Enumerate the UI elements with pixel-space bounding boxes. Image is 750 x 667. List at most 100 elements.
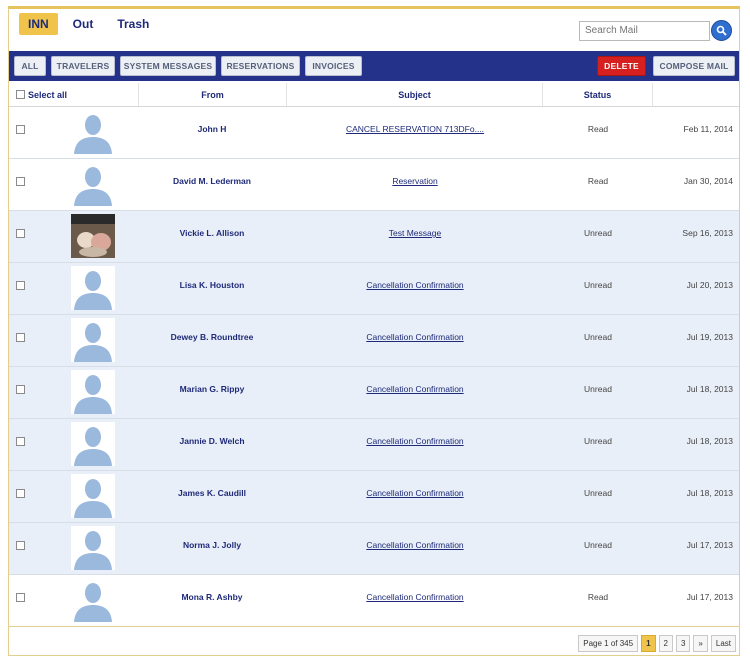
- default-avatar-icon: [71, 526, 115, 570]
- row-checkbox[interactable]: [16, 593, 25, 602]
- row-checkbox[interactable]: [16, 333, 25, 342]
- filter-invoices-button[interactable]: INVOICES: [305, 56, 362, 76]
- next-page-link[interactable]: »: [693, 635, 708, 652]
- tab-trash[interactable]: Trash: [108, 13, 158, 35]
- photo-avatar-icon: [71, 214, 115, 258]
- sender-avatar: [71, 318, 115, 362]
- default-avatar-icon: [71, 578, 115, 622]
- tab-inn[interactable]: INN: [19, 13, 58, 35]
- filter-reservations-button[interactable]: RESERVATIONS: [221, 56, 300, 76]
- tab-out[interactable]: Out: [64, 13, 103, 35]
- read-status: Unread: [584, 280, 612, 290]
- sender-avatar: [71, 214, 115, 258]
- message-date: Jul 18, 2013: [686, 384, 733, 394]
- page-summary: Page 1 of 345: [578, 635, 639, 652]
- message-row[interactable]: Norma J. Jolly Cancellation Confirmation U…: [9, 523, 739, 575]
- subject-link[interactable]: Cancellation Confirmation: [287, 488, 543, 498]
- message-row[interactable]: James K. Caudill Cancellation Confirmatio…: [9, 471, 739, 523]
- subject-link[interactable]: Cancellation Confirmation: [287, 436, 543, 446]
- table-header: Select all From Subject Status: [9, 83, 739, 107]
- read-status: Unread: [584, 540, 612, 550]
- pagination: Page 1 of 345 1 2 3 » Last: [578, 635, 736, 652]
- subject-link[interactable]: Cancellation Confirmation: [287, 280, 543, 290]
- mail-panel: INN Out Trash ALL TRAVELERS SYSTEM MESSA…: [8, 6, 740, 656]
- subject-link[interactable]: Test Message: [287, 228, 543, 238]
- sender-avatar: [71, 422, 115, 466]
- sender-avatar: [71, 110, 115, 154]
- row-checkbox[interactable]: [16, 489, 25, 498]
- message-date: Jul 18, 2013: [686, 436, 733, 446]
- column-header-subject[interactable]: Subject: [287, 83, 543, 106]
- page-3-link[interactable]: 3: [675, 635, 691, 652]
- message-row[interactable]: Vickie L. Allison Test Message Unread Sep 1…: [9, 211, 739, 263]
- subject-link[interactable]: Cancellation Confirmation: [287, 592, 543, 602]
- column-header-status[interactable]: Status: [543, 83, 653, 106]
- default-avatar-icon: [71, 474, 115, 518]
- message-date: Sep 16, 2013: [682, 228, 733, 238]
- sender-name: Jannie D. Welch: [179, 436, 245, 446]
- message-date: Jul 18, 2013: [686, 488, 733, 498]
- column-header-from[interactable]: From: [139, 83, 287, 106]
- column-header-date: [653, 83, 739, 106]
- sender-avatar: [71, 266, 115, 310]
- sender-name: John H: [197, 124, 227, 134]
- message-row[interactable]: John H CANCEL RESERVATION 713DFo.... Read F…: [9, 107, 739, 159]
- message-date: Jul 19, 2013: [686, 332, 733, 342]
- filter-toolbar: ALL TRAVELERS SYSTEM MESSAGES RESERVATIO…: [9, 51, 739, 81]
- row-checkbox[interactable]: [16, 541, 25, 550]
- sender-name: Vickie L. Allison: [179, 228, 245, 238]
- page-2-link[interactable]: 2: [658, 635, 673, 652]
- read-status: Read: [587, 176, 609, 186]
- sender-name: Marian G. Rippy: [179, 384, 245, 394]
- message-row[interactable]: David M. Lederman Reservation Read Jan 30, …: [9, 159, 739, 211]
- default-avatar-icon: [71, 422, 115, 466]
- subject-link[interactable]: Cancellation Confirmation: [287, 540, 543, 550]
- sender-name: James K. Caudill: [177, 488, 247, 498]
- message-row[interactable]: Jannie D. Welch Cancellation Confirmation…: [9, 419, 739, 471]
- sender-avatar: [71, 578, 115, 622]
- subject-link[interactable]: Cancellation Confirmation: [287, 384, 543, 394]
- read-status: Read: [587, 124, 609, 134]
- read-status: Unread: [584, 384, 612, 394]
- read-status: Read: [587, 592, 609, 602]
- read-status: Unread: [584, 228, 612, 238]
- search-bar: [579, 20, 732, 41]
- sender-name: Norma J. Jolly: [182, 540, 242, 550]
- default-avatar-icon: [71, 162, 115, 206]
- message-date: Jul 20, 2013: [686, 280, 733, 290]
- search-input[interactable]: [579, 20, 710, 41]
- row-checkbox[interactable]: [16, 125, 25, 134]
- filter-system-messages-button[interactable]: SYSTEM MESSAGES: [120, 56, 216, 76]
- default-avatar-icon: [71, 318, 115, 362]
- row-checkbox[interactable]: [16, 229, 25, 238]
- search-button[interactable]: [711, 20, 732, 41]
- compose-mail-button[interactable]: COMPOSE MAIL: [653, 56, 735, 76]
- subject-link[interactable]: CANCEL RESERVATION 713DFo....: [287, 124, 543, 134]
- message-date: Jul 17, 2013: [686, 592, 733, 602]
- message-row[interactable]: Marian G. Rippy Cancellation Confirmation…: [9, 367, 739, 419]
- select-all-label: Select all: [28, 89, 68, 100]
- row-checkbox[interactable]: [16, 177, 25, 186]
- delete-button[interactable]: DELETE: [597, 56, 646, 76]
- read-status: Unread: [584, 332, 612, 342]
- message-row[interactable]: Mona R. Ashby Cancellation Confirmation Re…: [9, 575, 739, 627]
- row-checkbox[interactable]: [16, 385, 25, 394]
- row-checkbox[interactable]: [16, 281, 25, 290]
- read-status: Unread: [584, 488, 612, 498]
- last-page-link[interactable]: Last: [710, 635, 736, 652]
- sender-avatar: [71, 162, 115, 206]
- sender-avatar: [71, 474, 115, 518]
- message-row[interactable]: Dewey B. Roundtree Cancellation Confirmat…: [9, 315, 739, 367]
- subject-link[interactable]: Reservation: [287, 176, 543, 186]
- filter-all-button[interactable]: ALL: [14, 56, 46, 76]
- filter-travelers-button[interactable]: TRAVELERS: [51, 56, 115, 76]
- message-row[interactable]: Lisa K. Houston Cancellation Confirmation…: [9, 263, 739, 315]
- sender-name: Mona R. Ashby: [181, 592, 243, 602]
- default-avatar-icon: [71, 370, 115, 414]
- row-checkbox[interactable]: [16, 437, 25, 446]
- select-all[interactable]: Select all: [9, 83, 139, 106]
- subject-link[interactable]: Cancellation Confirmation: [287, 332, 543, 342]
- page-1-link[interactable]: 1: [641, 635, 656, 652]
- select-all-checkbox[interactable]: [16, 90, 25, 99]
- sender-name: David M. Lederman: [173, 176, 251, 186]
